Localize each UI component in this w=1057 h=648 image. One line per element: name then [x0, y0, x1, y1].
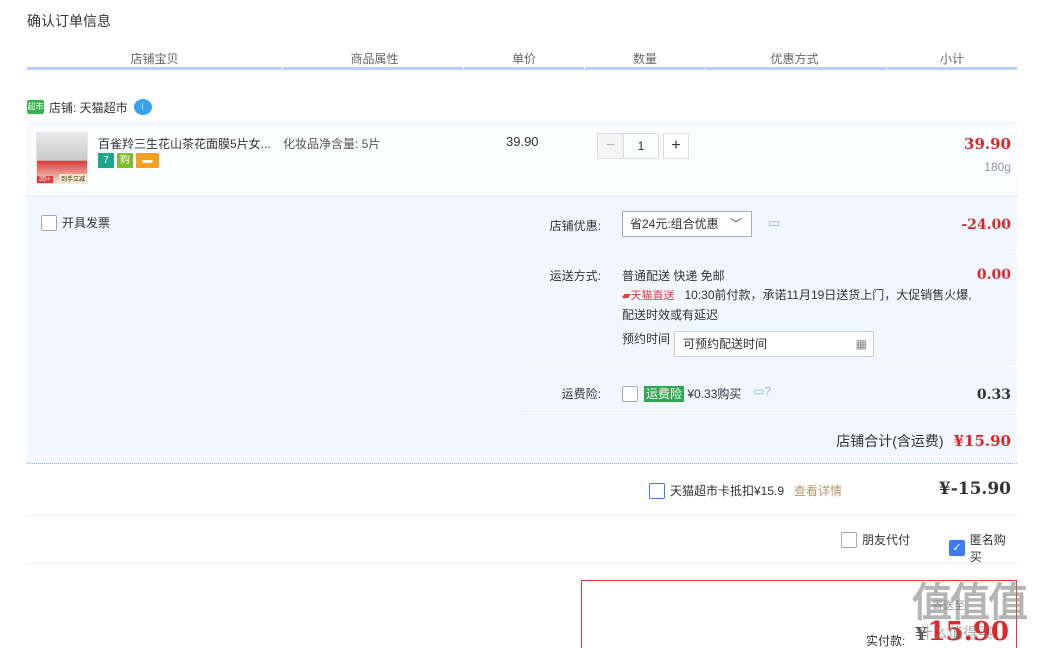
wangwang-chat-icon[interactable]: i [133, 99, 152, 115]
anonymous-purchase-option[interactable]: ✓ 匿名购买 [949, 531, 1017, 565]
product-attribute: 化妆品净含量: 5片 [283, 137, 381, 151]
col-subtotal: 小计 [939, 52, 964, 66]
supermarket-card-amount: ¥-15.90 [938, 479, 1011, 499]
reserve-time-placeholder: 可预约配送时间 [683, 337, 768, 351]
shipping-promise-text: 10:30前付款，承诺11月19日送货上门，大促销售火爆, [684, 288, 972, 302]
service-badges: 7 购 ▬ [98, 153, 159, 168]
shop-discount-amount: -24.00 [961, 217, 1011, 233]
supermarket-card-label: 天猫超市卡抵扣¥15.9 [670, 484, 785, 498]
freight-insurance-price: ¥0.33购买 [687, 387, 742, 401]
col-price: 单价 [511, 52, 536, 66]
anonymous-purchase-label: 匿名购买 [969, 533, 1006, 564]
credit-card-icon[interactable]: ▬ [136, 153, 159, 168]
friend-pay-checkbox[interactable] [841, 531, 857, 548]
freight-insurance-section: 运费险: 运费险 ¥0.33购买 ▭? 0.33 [521, 368, 1017, 413]
quantity-input[interactable]: 1 [623, 133, 659, 159]
thumb-tag: 35+ [37, 176, 53, 183]
anonymous-purchase-checkbox[interactable]: ✓ [949, 540, 965, 556]
shop-discount-label: 店铺优惠: [549, 219, 601, 233]
help-icon[interactable]: ▭? [753, 384, 771, 398]
supermarket-card-option[interactable]: 天猫超市卡抵扣¥15.9 查看详情 [649, 482, 842, 499]
actual-payment-label: 实付款: [866, 634, 906, 648]
order-options-panel: 开具发票 店铺优惠: 省24元:组合优惠 ﹀ ▭ -24.00 运送方式: 普通… [27, 198, 1017, 464]
shop-name-link[interactable]: 店铺: 天猫超市 [49, 99, 128, 116]
invoice-option[interactable]: 开具发票 [41, 214, 110, 231]
shipping-fee-amount: 0.00 [976, 267, 1011, 283]
col-discount: 优惠方式 [770, 52, 819, 66]
shop-discount-select[interactable]: 省24元:组合优惠 ﹀ [622, 211, 752, 237]
reserve-time-label: 预约时间 [622, 332, 671, 346]
item-subtotal: 39.90 [964, 135, 1011, 153]
page-title: 确认订单信息 [27, 13, 111, 29]
product-thumbnail[interactable]: 35+ 到手立减 [36, 132, 88, 184]
shop-total-label: 店铺合计(含运费) [836, 433, 944, 449]
item-weight: 180g [984, 160, 1011, 174]
payment-options: 朋友代付 ✓ 匿名购买 [27, 516, 1017, 564]
calendar-icon[interactable]: ▦ [856, 332, 867, 356]
supermarket-card-checkbox[interactable] [649, 482, 665, 499]
col-shop-item: 店铺宝贝 [130, 52, 179, 66]
genuine-guarantee-icon[interactable]: 购 [117, 153, 133, 168]
quantity-increase-button[interactable]: + [663, 133, 689, 159]
order-item-row: 35+ 到手立减 百雀羚三生花山茶花面膜5片女... 7 购 ▬ 化妆品净含量:… [27, 123, 1017, 197]
invoice-label: 开具发票 [62, 216, 111, 230]
col-attribute: 商品属性 [350, 52, 399, 66]
freight-insurance-label: 运费险: [561, 387, 601, 401]
reserve-time-input[interactable]: 可预约配送时间 ▦ [674, 331, 874, 357]
shipping-method: 普通配送 快递 免邮 [622, 269, 725, 283]
columns-header: 店铺宝贝 商品属性 单价 数量 优惠方式 小计 [27, 44, 1017, 70]
col-quantity: 数量 [632, 52, 657, 66]
shop-total-amount: ¥15.90 [953, 432, 1011, 450]
freight-insurance-checkbox[interactable] [622, 386, 638, 402]
product-title-link[interactable]: 百雀羚三生花山茶花面膜5片女... [98, 135, 276, 152]
shop-row: 超市 店铺: 天猫超市 i [27, 98, 152, 116]
view-details-link[interactable]: 查看详情 [794, 482, 842, 499]
friend-pay-label: 朋友代付 [862, 533, 911, 547]
chevron-down-icon: ﹀ [729, 217, 742, 231]
supermarket-card-row: 天猫超市卡抵扣¥15.9 查看详情 ¥-15.90 [27, 466, 1017, 516]
quantity-stepper: − 1 + [597, 133, 689, 159]
shipping-promise: ▰天猫直送 10:30前付款，承诺11月19日送货上门，大促销售火爆, [622, 286, 972, 303]
unit-price: 39.90 [506, 134, 539, 149]
seven-day-return-icon[interactable]: 7 [98, 153, 114, 168]
tmall-supermarket-icon: 超市 [27, 100, 44, 114]
friend-pay-option[interactable]: 朋友代付 [841, 531, 910, 548]
watermark-logo: 值值值 [912, 581, 1028, 625]
shop-discount-section: 店铺优惠: 省24元:组合优惠 ﹀ ▭ -24.00 [521, 198, 1017, 249]
freight-insurance-amount: 0.33 [976, 387, 1011, 403]
freight-insurance-option: 运费险 ¥0.33购买 [640, 385, 741, 402]
invoice-checkbox[interactable] [41, 214, 57, 231]
shop-total: 店铺合计(含运费) ¥15.90 [836, 431, 1011, 451]
delivery-options: 店铺优惠: 省24元:组合优惠 ﹀ ▭ -24.00 运送方式: 普通配送 快递… [521, 198, 1017, 464]
thumb-tag-2: 到手立减 [58, 174, 87, 183]
shipping-section: 运送方式: 普通配送 快递 免邮 ▰天猫直送 10:30前付款，承诺11月19日送… [521, 250, 1017, 367]
shipping-label: 运送方式: [549, 269, 601, 283]
watermark-text: 什么值得买 [918, 625, 994, 642]
shop-discount-selected: 省24元:组合优惠 [630, 217, 719, 231]
message-icon[interactable]: ▭ [768, 215, 780, 231]
shipping-delay-note: 配送时效或有延迟 [622, 308, 719, 322]
quantity-decrease-button[interactable]: − [597, 133, 623, 159]
freight-insurance-tag: 运费险 [644, 386, 685, 402]
tmall-direct-icon: ▰天猫直送 [622, 290, 675, 302]
